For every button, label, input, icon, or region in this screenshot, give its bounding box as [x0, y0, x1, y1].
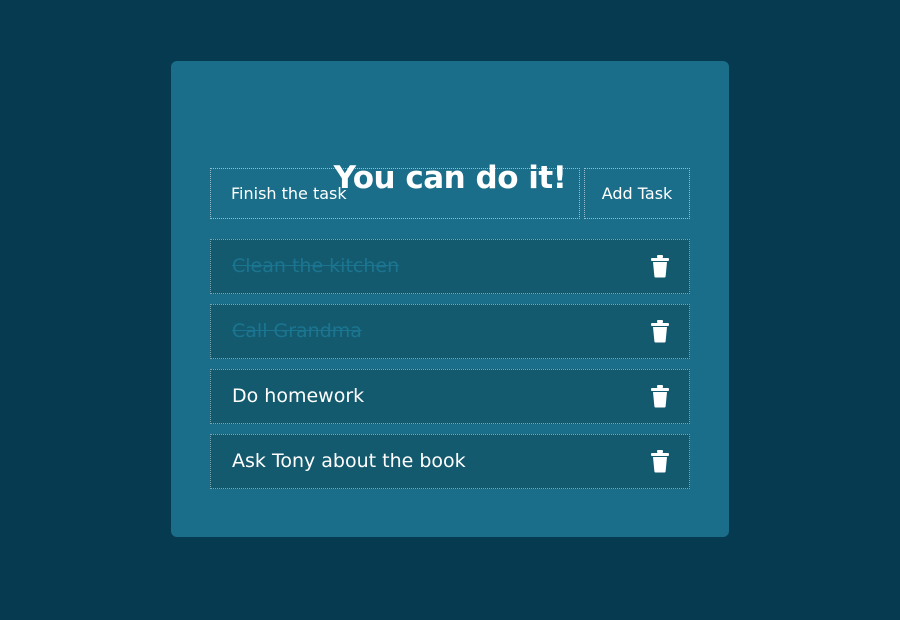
new-task-input[interactable] — [210, 168, 580, 219]
add-task-button[interactable]: Add Task — [584, 168, 690, 219]
task-label[interactable]: Do homework — [232, 370, 364, 423]
task-label[interactable]: Ask Tony about the book — [232, 435, 466, 488]
task-label[interactable]: Call Grandma — [232, 305, 362, 358]
trash-icon — [651, 385, 669, 408]
trash-icon — [651, 255, 669, 278]
delete-task-button[interactable] — [649, 384, 671, 408]
task-list: Clean the kitchen Call Grandma Do homewo… — [210, 239, 690, 499]
task-item[interactable]: Do homework — [210, 369, 690, 424]
task-item[interactable]: Ask Tony about the book — [210, 434, 690, 489]
task-label[interactable]: Clean the kitchen — [232, 240, 399, 293]
delete-task-button[interactable] — [649, 319, 671, 343]
delete-task-button[interactable] — [649, 449, 671, 473]
task-item[interactable]: Call Grandma — [210, 304, 690, 359]
trash-icon — [651, 450, 669, 473]
delete-task-button[interactable] — [649, 254, 671, 278]
trash-icon — [651, 320, 669, 343]
todo-card: You can do it! Add Task Clean the kitche… — [171, 61, 729, 537]
task-item[interactable]: Clean the kitchen — [210, 239, 690, 294]
